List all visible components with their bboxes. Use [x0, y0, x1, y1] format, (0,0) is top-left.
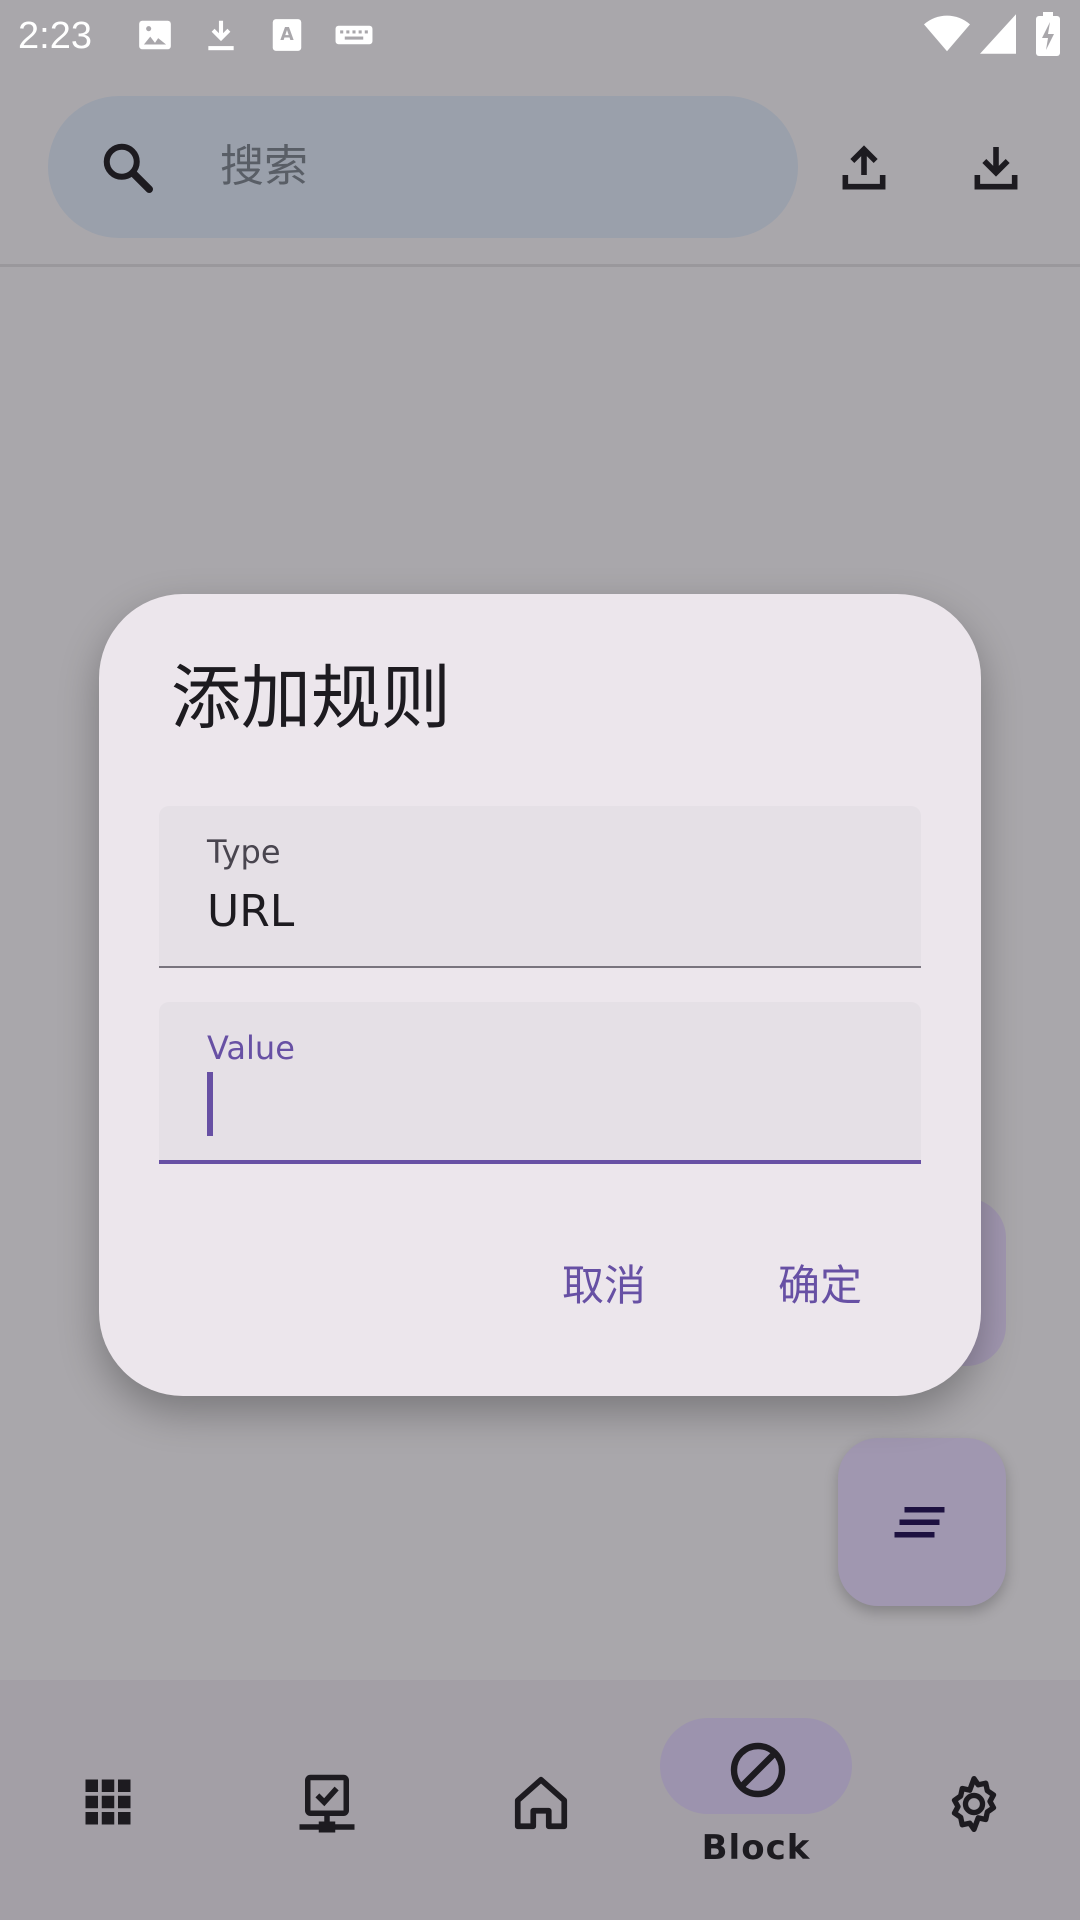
nav-label-block: Block	[701, 1828, 811, 1868]
text-recognition-icon: A	[272, 19, 302, 51]
nav-item-settings[interactable]	[864, 1680, 1080, 1920]
download-icon[interactable]	[968, 140, 1024, 196]
signal-icon	[980, 14, 1016, 54]
network-check-icon	[299, 1774, 355, 1833]
top-app-bar: 搜索	[0, 72, 1080, 266]
status-time: 2:23	[18, 15, 92, 57]
add-rule-dialog: 添加规则 Type URL Value 取消 确定	[99, 594, 981, 1396]
type-field-label: Type	[207, 833, 281, 871]
search-icon	[103, 143, 153, 193]
value-input[interactable]: Value	[159, 1002, 921, 1164]
value-field-label: Value	[207, 1029, 295, 1067]
confirm-button[interactable]: 确定	[747, 1254, 893, 1318]
text-cursor	[207, 1072, 213, 1136]
search-bar[interactable]: 搜索	[48, 96, 798, 238]
svg-text:A: A	[280, 25, 294, 45]
type-dropdown[interactable]: Type URL	[159, 806, 921, 968]
nav-item-home[interactable]	[432, 1680, 648, 1920]
settings-icon	[951, 1776, 997, 1832]
block-icon	[730, 1742, 786, 1798]
bottom-navigation: Block	[0, 1680, 1080, 1920]
upload-icon[interactable]	[836, 140, 892, 196]
search-input[interactable]: 搜索	[220, 138, 308, 196]
type-field-value: URL	[207, 886, 295, 937]
status-bar: 2:23 A	[0, 0, 1080, 72]
top-bar-divider	[0, 264, 1080, 267]
nav-item-block[interactable]: Block	[648, 1680, 864, 1920]
apps-grid-icon	[85, 1779, 131, 1825]
nav-item-apps[interactable]	[0, 1680, 216, 1920]
battery-charging-icon	[1036, 12, 1060, 56]
home-icon	[514, 1776, 568, 1830]
sort-icon	[894, 1507, 945, 1538]
download-icon	[208, 20, 234, 51]
dialog-title: 添加规则	[171, 657, 451, 739]
keyboard-icon	[335, 25, 373, 45]
fab-sort[interactable]	[838, 1438, 1006, 1606]
cancel-button[interactable]: 取消	[531, 1254, 677, 1318]
nav-item-network[interactable]	[216, 1680, 432, 1920]
wifi-icon	[924, 15, 970, 52]
image-icon	[139, 20, 171, 50]
